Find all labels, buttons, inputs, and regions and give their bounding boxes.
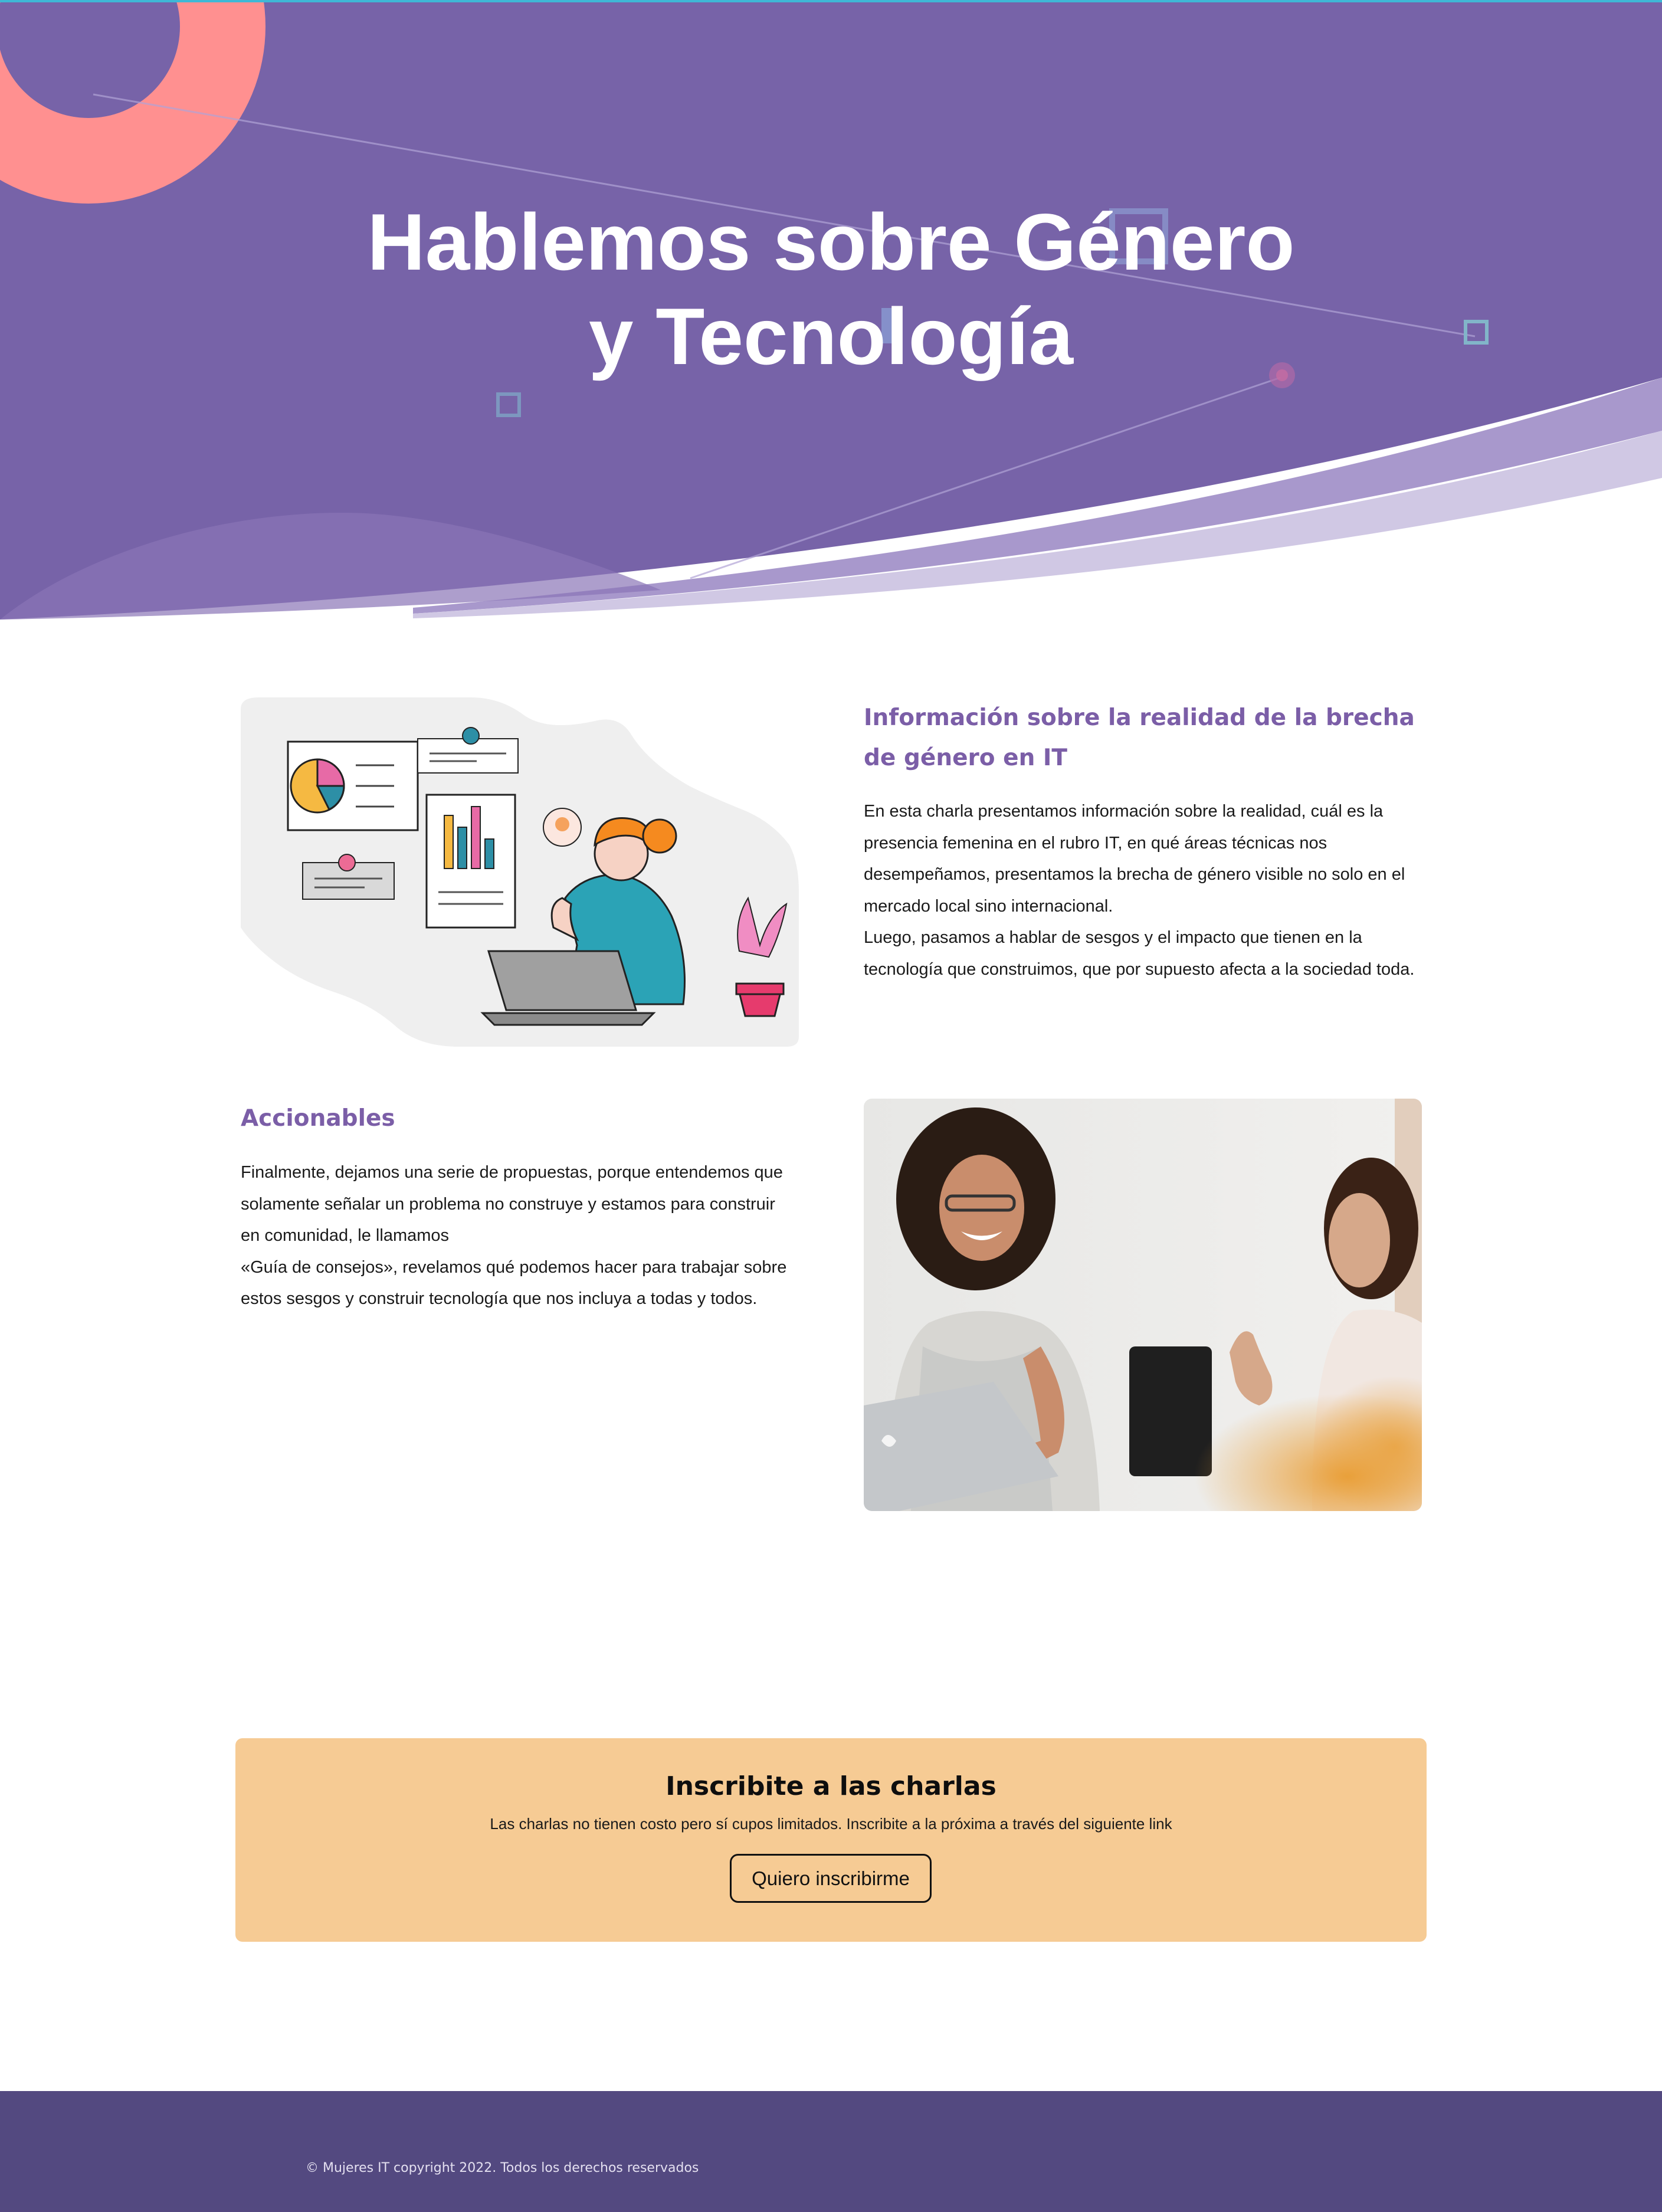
section-actions-heading: Accionables (241, 1105, 395, 1132)
hero-title-line-2: y Tecnología (588, 291, 1074, 381)
section-actions-body: Finalmente, dejamos una serie de propues… (241, 1157, 795, 1315)
footer-copyright: © Mujeres IT copyright 2022. Todos los d… (306, 2161, 699, 2175)
footer: © Mujeres IT copyright 2022. Todos los d… (0, 2091, 1662, 2212)
women-laughing-at-meeting-photo (864, 1099, 1422, 1511)
section-info-paragraph-2: Luego, pasamos a hablar de sesgos y el i… (864, 928, 1415, 979)
section-info-paragraph-1: En esta charla presentamos información s… (864, 802, 1405, 916)
woman-with-charts-illustration (241, 697, 799, 1047)
section-info-body: En esta charla presentamos información s… (864, 796, 1418, 985)
section-info-heading: Información sobre la realidad de la brec… (864, 704, 1415, 771)
signup-title: Inscribite a las charlas (666, 1771, 996, 1801)
section-actions-paragraph-1: Finalmente, dejamos una serie de propues… (241, 1163, 783, 1245)
hero-banner: Hablemos sobre Género y Tecnología (0, 0, 1662, 625)
signup-subtitle: Las charlas no tienen costo pero sí cupo… (490, 1815, 1172, 1833)
signup-button[interactable]: Quiero inscribirme (730, 1854, 932, 1903)
hero-title-line-1: Hablemos sobre Género (367, 197, 1295, 287)
section-actions-paragraph-2: «Guía de consejos», revelamos qué podemo… (241, 1257, 787, 1309)
hero-title: Hablemos sobre Género y Tecnología (0, 195, 1662, 384)
signup-banner: Inscribite a las charlas Las charlas no … (235, 1738, 1427, 1942)
top-accent-line (0, 0, 1662, 2)
